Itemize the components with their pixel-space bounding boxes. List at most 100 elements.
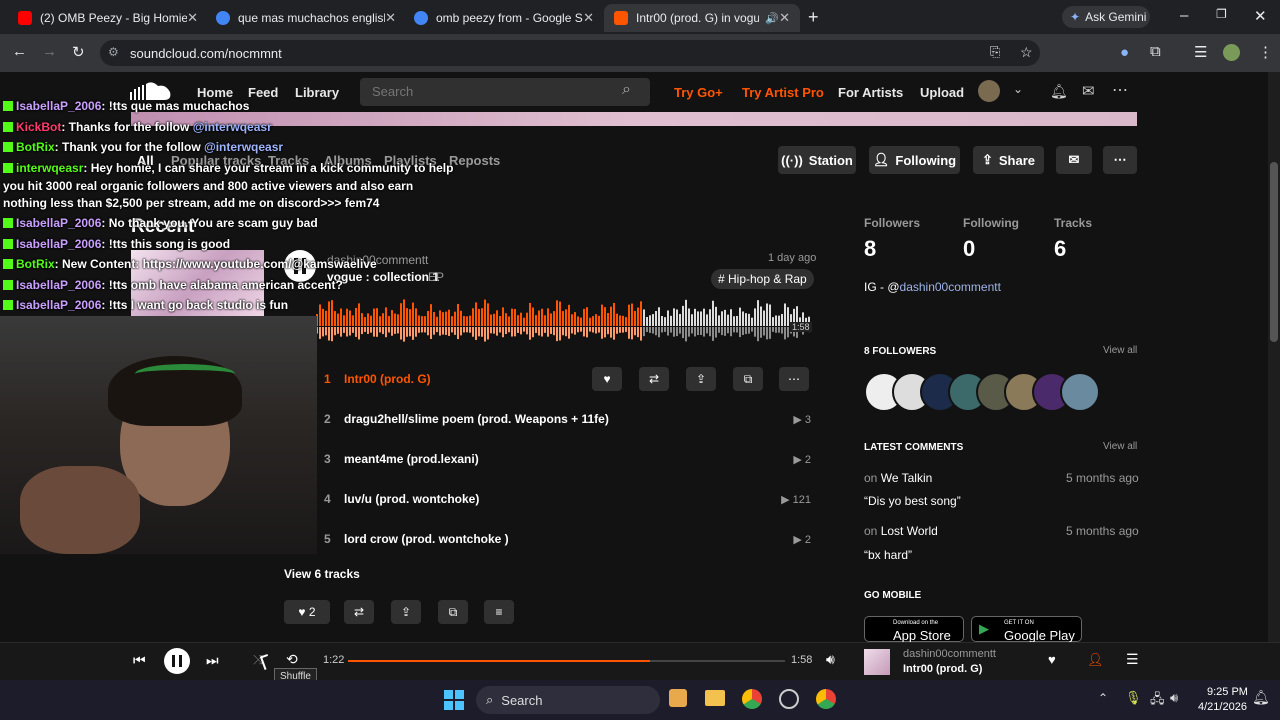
track-row-3[interactable]: 3 meant4me (prod.lexani) ▶ 2 <box>316 439 811 479</box>
restore-icon[interactable]: ❐ <box>1216 7 1227 21</box>
bio-handle-link[interactable]: dashin00commentt <box>900 280 1001 294</box>
search-icon[interactable]: ⌕ <box>622 81 631 99</box>
add-to-next-up-button[interactable]: ≡ <box>484 600 514 624</box>
followers-section-title[interactable]: 8 FOLLOWERS <box>864 346 936 357</box>
follower-avatar[interactable] <box>1060 372 1100 412</box>
chevron-down-icon[interactable]: ⌄ <box>1013 82 1023 96</box>
microphone-icon[interactable]: 🎙︎ <box>1125 690 1142 706</box>
like-icon[interactable]: ♥ <box>1048 652 1056 667</box>
progress-track[interactable] <box>348 660 785 662</box>
chrome-active-icon[interactable] <box>816 689 836 709</box>
omnibox[interactable]: ⚙ soundcloud.com/nocmmnt ☆ ⎘ <box>100 40 1040 66</box>
google-play-badge[interactable]: ▶ GET IT ON Google Play <box>971 616 1082 643</box>
waveform[interactable] <box>316 296 810 348</box>
following-count[interactable]: 0 <box>963 236 975 262</box>
url-text[interactable]: soundcloud.com/nocmmnt <box>130 46 282 61</box>
store-icon[interactable] <box>669 689 687 707</box>
tab-reposts[interactable]: Reposts <box>449 153 500 168</box>
following-button[interactable]: 👤︎ Following <box>869 146 960 174</box>
extensions-icon[interactable]: ⧉ <box>1150 43 1161 60</box>
more-icon[interactable]: ⋯ <box>1112 80 1128 100</box>
now-playing-title[interactable]: Intr00 (prod. G) <box>903 663 982 675</box>
play-pause-button[interactable] <box>164 648 190 674</box>
chevron-up-icon[interactable]: ⌃ <box>1098 691 1108 705</box>
comment-track-link[interactable]: We Talkin <box>881 471 933 485</box>
followers-view-all[interactable]: View all <box>1103 345 1137 356</box>
like-button[interactable]: ♥ 2 <box>284 600 330 624</box>
close-tab-icon[interactable]: ✕ <box>583 10 594 26</box>
followers-count[interactable]: 8 <box>864 236 876 262</box>
like-button[interactable]: ♥ <box>592 367 622 391</box>
clock-date[interactable]: 4/21/2026 <box>1198 701 1247 713</box>
search-input[interactable] <box>372 84 612 99</box>
chrome-icon[interactable] <box>742 689 762 709</box>
tracks-label[interactable]: Tracks <box>1054 216 1092 230</box>
taskbar-search[interactable]: ⌕ Search <box>476 686 660 714</box>
copy-link-button[interactable]: ⧉ <box>438 600 468 624</box>
close-tab-icon[interactable]: ✕ <box>187 10 198 26</box>
share-button[interactable]: ⇪ Share <box>973 146 1044 174</box>
nav-feed[interactable]: Feed <box>248 85 278 100</box>
bookmark-star-icon[interactable]: ☆ <box>1020 44 1033 61</box>
notification-bell-icon[interactable]: 🔔︎ <box>1252 689 1270 706</box>
more-button[interactable]: ⋯ <box>779 367 809 391</box>
new-tab-icon[interactable]: + <box>808 7 819 28</box>
for-artists-link[interactable]: For Artists <box>838 85 903 100</box>
user-avatar[interactable] <box>978 80 1000 102</box>
comment-track-link[interactable]: Lost World <box>881 524 938 538</box>
follow-user-icon[interactable]: 👤︎ <box>1087 652 1104 668</box>
close-tab-icon[interactable]: ✕ <box>385 10 396 26</box>
install-app-icon[interactable]: ⎘ <box>990 44 1000 60</box>
next-icon[interactable]: ⏭ <box>206 652 219 669</box>
followers-label[interactable]: Followers <box>864 216 920 230</box>
tab-google-search-2[interactable]: omb peezy from - Google Searc ✕ <box>404 4 604 32</box>
close-tab-icon[interactable]: ✕ <box>779 10 790 26</box>
chrome-menu-icon[interactable]: ⋮ <box>1258 43 1273 61</box>
track-row-2[interactable]: 2 dragu2hell/slime poem (prod. Weapons +… <box>316 399 811 439</box>
share-button[interactable]: ⇪ <box>686 367 716 391</box>
search-bar[interactable]: ⌕ <box>360 78 650 106</box>
back-icon[interactable]: ← <box>12 43 27 60</box>
extension-circle-icon[interactable]: ● <box>1120 44 1129 61</box>
speaker-icon[interactable]: 🔊 <box>765 12 779 25</box>
tab-soundcloud[interactable]: Intr00 (prod. G) in vogue : c 🔊 ✕ <box>604 4 800 32</box>
app-store-badge[interactable]: Download on the App Store <box>864 616 964 643</box>
mail-icon[interactable]: ✉ <box>1082 82 1095 100</box>
now-playing-artist[interactable]: dashin00commentt <box>903 648 996 660</box>
clock-time[interactable]: 9:25 PM <box>1207 686 1248 698</box>
window-close-icon[interactable]: ✕ <box>1254 7 1267 25</box>
network-icon[interactable]: 🖧︎ <box>1150 690 1165 712</box>
profile-avatar[interactable] <box>1223 44 1240 61</box>
track-row-4[interactable]: 4 luv/u (prod. wontchoke) ▶ 121 <box>316 479 811 519</box>
tab-youtube[interactable]: (2) OMB Peezy - Big Homie (Off ✕ <box>8 4 208 32</box>
page-scrollbar[interactable] <box>1268 72 1280 642</box>
next-up-icon[interactable]: ☰ <box>1126 651 1139 668</box>
forward-icon[interactable]: → <box>42 43 57 60</box>
windows-start-icon[interactable] <box>444 690 464 710</box>
tab-google-search-1[interactable]: que mas muchachos english tra ✕ <box>206 4 406 32</box>
view-tracks-link[interactable]: View 6 tracks <box>284 567 360 581</box>
genre-tag[interactable]: # Hip-hop & Rap <box>711 269 814 289</box>
copy-link-button[interactable]: ⧉ <box>733 367 763 391</box>
minimize-icon[interactable]: – <box>1180 7 1188 24</box>
message-button[interactable]: ✉ <box>1056 146 1092 174</box>
more-actions-button[interactable]: ⋯ <box>1103 146 1137 174</box>
station-button[interactable]: ((·)) Station <box>778 146 856 174</box>
try-artist-pro-link[interactable]: Try Artist Pro <box>742 85 824 100</box>
following-label[interactable]: Following <box>963 216 1019 230</box>
previous-icon[interactable]: ⏮ <box>133 652 146 669</box>
repost-button[interactable]: ⇄ <box>344 600 374 624</box>
comments-section-title[interactable]: LATEST COMMENTS <box>864 442 963 453</box>
share-button[interactable]: ⇪ <box>391 600 421 624</box>
obs-icon[interactable] <box>779 689 799 709</box>
file-explorer-icon[interactable] <box>705 690 725 706</box>
repeat-icon[interactable]: ⟲ <box>286 651 298 668</box>
nav-library[interactable]: Library <box>295 85 339 100</box>
bell-icon[interactable]: 🔔︎ <box>1050 83 1068 100</box>
now-playing-artwork[interactable] <box>864 649 890 675</box>
scrollbar-thumb[interactable] <box>1270 162 1278 342</box>
site-info-icon[interactable]: ⚙ <box>108 45 119 59</box>
speaker-icon[interactable]: 🔊︎ <box>1170 690 1178 706</box>
reload-icon[interactable]: ↻ <box>72 43 85 61</box>
track-row-5[interactable]: 5 lord crow (prod. wontchoke ) ▶ 2 <box>316 519 811 559</box>
